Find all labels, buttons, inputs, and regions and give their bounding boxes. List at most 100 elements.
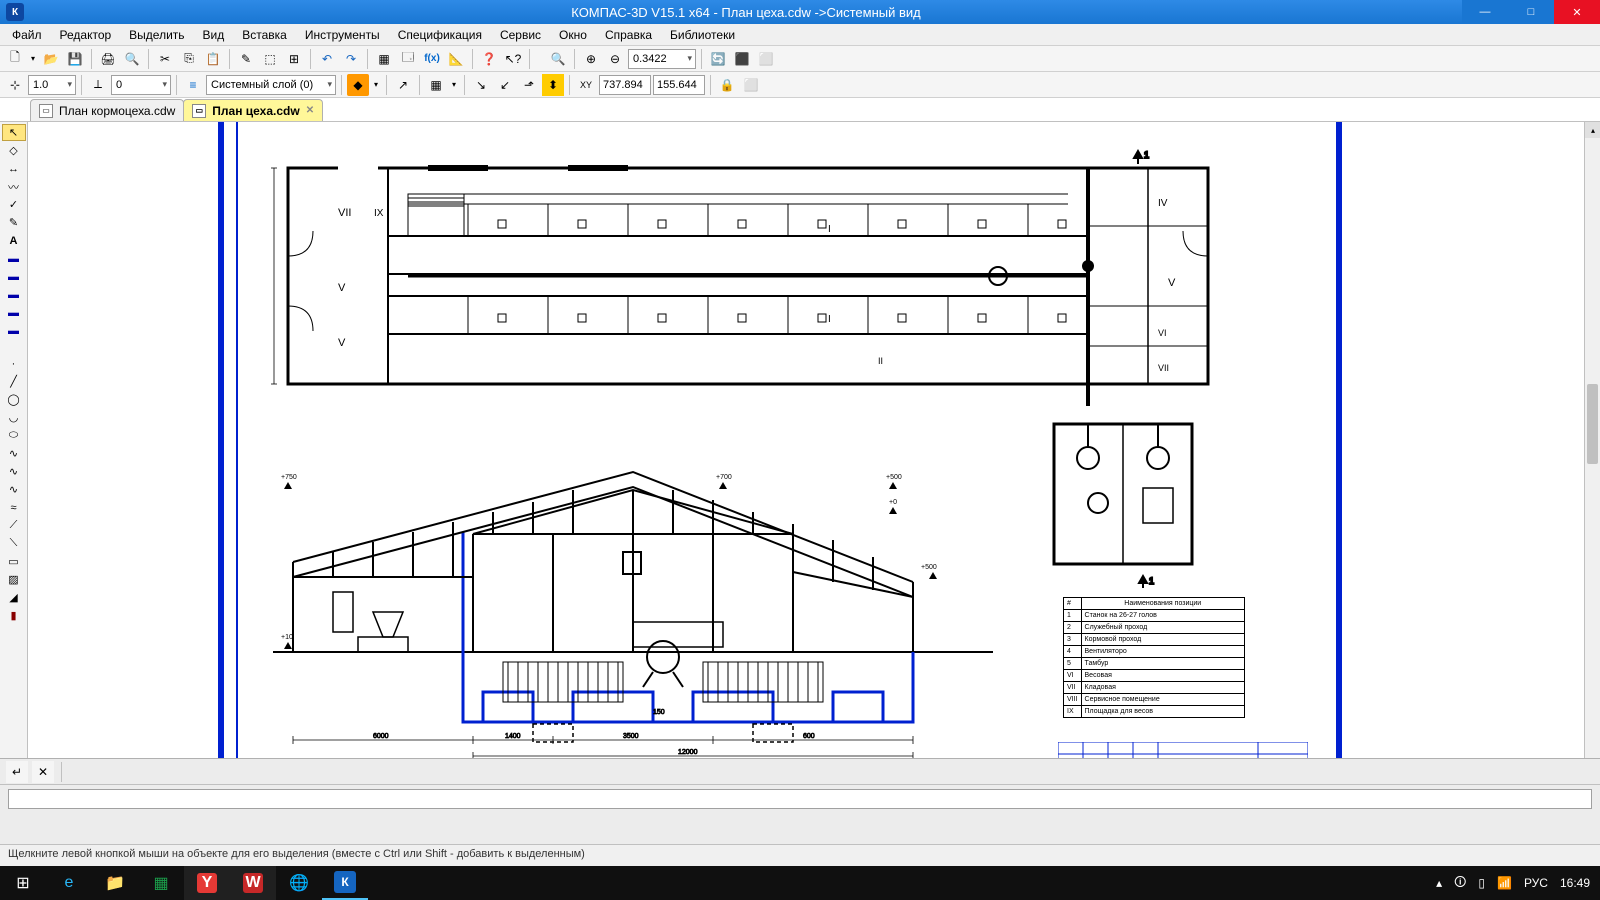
tool-t5[interactable]: ▬	[2, 322, 26, 339]
tool-wave[interactable]: 〰	[2, 178, 26, 195]
zoom-combo[interactable]: 0.3422	[628, 49, 696, 69]
zoom-fit-button[interactable]: 🔍	[547, 48, 569, 70]
tool-s3[interactable]: ∿	[2, 481, 26, 498]
tool-f[interactable]: 📐	[445, 48, 467, 70]
preview-button[interactable]: 🔍	[121, 48, 143, 70]
k2[interactable]: ↘	[470, 74, 492, 96]
menu-window[interactable]: Окно	[551, 26, 595, 44]
new-dropdown[interactable]: ▾	[28, 48, 38, 70]
print-button[interactable]: 🖨	[97, 48, 119, 70]
task-chrome[interactable]: 🌐	[276, 866, 322, 900]
color-button[interactable]: ◆	[347, 74, 369, 96]
layer-combo[interactable]: Системный слой (0)	[206, 75, 336, 95]
prop-t1[interactable]: ↵	[6, 761, 28, 783]
tool-fx[interactable]: f(x)	[421, 48, 443, 70]
undo-button[interactable]: ↶	[316, 48, 338, 70]
tool-text[interactable]: A	[2, 232, 26, 249]
k4[interactable]: ⬏	[518, 74, 540, 96]
layers-button[interactable]: ≡	[182, 74, 204, 96]
menu-insert[interactable]: Вставка	[234, 26, 295, 44]
menu-select[interactable]: Выделить	[121, 26, 192, 44]
k5[interactable]: ⬍	[542, 74, 564, 96]
tool-s6[interactable]: ⟍	[2, 535, 26, 552]
zoom-out-button[interactable]: ⊖	[604, 48, 626, 70]
tool-t1[interactable]: ▬	[2, 250, 26, 267]
grid-button[interactable]: ▦	[425, 74, 447, 96]
tray-battery-icon[interactable]: ▯	[1478, 876, 1485, 890]
task-explorer[interactable]: 📁	[92, 866, 138, 900]
angle-combo[interactable]: 0	[111, 75, 171, 95]
open-button[interactable]: 📂	[40, 48, 62, 70]
tab-kormoceha[interactable]: ▭ План кормоцеха.cdw	[30, 99, 184, 121]
tool-rect[interactable]: ▭	[2, 553, 26, 570]
color-drop[interactable]: ▾	[371, 74, 381, 96]
vertical-scrollbar[interactable]: ▴ ▾	[1584, 122, 1600, 776]
coord-x-input[interactable]	[599, 75, 651, 95]
tool-hatch[interactable]: ▨	[2, 571, 26, 588]
tool-rough[interactable]: ✓	[2, 196, 26, 213]
canvas-area[interactable]: 1 12000 VII IX V V I I II IV V VI VII	[28, 122, 1600, 792]
tool-t4[interactable]: ▬	[2, 304, 26, 321]
tool-s5[interactable]: ⟋	[2, 517, 26, 534]
tray-action-icon[interactable]: 🛈	[1454, 873, 1466, 894]
k1[interactable]: ↗	[392, 74, 414, 96]
tab-ceha[interactable]: ▭ План цеха.cdw ✕	[183, 99, 323, 121]
tool-s4[interactable]: ≈	[2, 499, 26, 516]
menu-help[interactable]: Справка	[597, 26, 660, 44]
coord-y-input[interactable]	[653, 75, 705, 95]
tool-arc[interactable]: ◡	[2, 409, 26, 426]
tool-line[interactable]: ╱	[2, 373, 26, 390]
tool-t3[interactable]: ▬	[2, 286, 26, 303]
menu-tools[interactable]: Инструменты	[297, 26, 388, 44]
tool-s8[interactable]: ▮	[2, 607, 26, 624]
tool-s2[interactable]: ∿	[2, 463, 26, 480]
tool-i[interactable]: ⬛	[731, 48, 753, 70]
tool-edit[interactable]: ✎	[2, 214, 26, 231]
grid-drop[interactable]: ▾	[449, 74, 459, 96]
menu-spec[interactable]: Спецификация	[390, 26, 490, 44]
tray-up-icon[interactable]: ▴	[1436, 876, 1442, 890]
ortho-button[interactable]: ⟂	[87, 74, 109, 96]
copy-button[interactable]: ⎘	[178, 48, 200, 70]
step-combo[interactable]: 1.0	[28, 75, 76, 95]
task-word[interactable]: W	[230, 866, 276, 900]
tab-close-icon[interactable]: ✕	[306, 105, 314, 116]
tray-lang[interactable]: РУС	[1524, 876, 1548, 890]
scroll-thumb[interactable]	[1587, 384, 1598, 464]
prop-t2[interactable]: ✕	[32, 761, 54, 783]
tool-h[interactable]: 🔄	[707, 48, 729, 70]
new-button[interactable]: 🗋	[4, 48, 26, 70]
tool-select[interactable]: ↖	[2, 124, 26, 141]
close-button[interactable]: ✕	[1554, 0, 1600, 24]
redo-button[interactable]: ↷	[340, 48, 362, 70]
menu-editor[interactable]: Редактор	[52, 26, 120, 44]
command-input[interactable]	[8, 789, 1592, 809]
save-button[interactable]: 💾	[64, 48, 86, 70]
tool-circle[interactable]: ◯	[2, 391, 26, 408]
tool-geom[interactable]: ◇	[2, 142, 26, 159]
menu-libraries[interactable]: Библиотеки	[662, 26, 743, 44]
tool-c[interactable]: ⊞	[283, 48, 305, 70]
tool-s7[interactable]: ◢	[2, 589, 26, 606]
maximize-button[interactable]: □	[1508, 0, 1554, 24]
tool-j[interactable]: ⬜	[755, 48, 777, 70]
tool-t2[interactable]: ▬	[2, 268, 26, 285]
task-kompas[interactable]: К	[322, 866, 368, 900]
cut-button[interactable]: ✂	[154, 48, 176, 70]
menu-file[interactable]: Файл	[4, 26, 50, 44]
tool-spline[interactable]: ∿	[2, 445, 26, 462]
task-excel[interactable]: ▦	[138, 866, 184, 900]
start-button[interactable]: ⊞	[0, 866, 46, 900]
tray-time[interactable]: 16:49	[1560, 876, 1590, 890]
tool-d[interactable]: ▦	[373, 48, 395, 70]
tray-wifi-icon[interactable]: 📶	[1497, 876, 1512, 890]
help-button[interactable]: ↖?	[502, 48, 524, 70]
k7[interactable]: ⬜	[740, 74, 762, 96]
tool-e[interactable]: 🗔	[397, 48, 419, 70]
tool-point[interactable]: ·	[2, 355, 26, 372]
tool-a[interactable]: ✎	[235, 48, 257, 70]
task-yandex[interactable]: Y	[184, 866, 230, 900]
tool-ellipse[interactable]: ⬭	[2, 427, 26, 444]
tool-g[interactable]: ❓	[478, 48, 500, 70]
scroll-up-icon[interactable]: ▴	[1585, 122, 1600, 138]
